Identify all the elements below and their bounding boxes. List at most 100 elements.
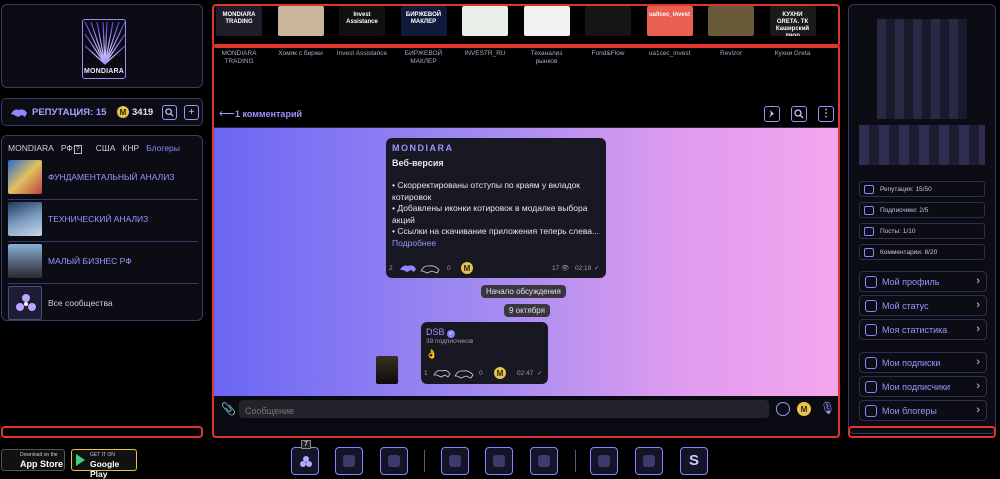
channel-thumbnail bbox=[277, 6, 324, 36]
channel-thumbnail: uallcec_invest bbox=[646, 6, 693, 36]
stat-icon bbox=[864, 248, 874, 257]
menu-label: Мой статус bbox=[882, 301, 929, 311]
menu-item[interactable]: Мои блогеры › bbox=[859, 400, 987, 421]
channel-item[interactable]: КУХНИ GRETA. ТК Каширский двор Кухни Gret… bbox=[766, 6, 820, 58]
chevron-right-icon: › bbox=[976, 356, 980, 368]
community-item-fundamental[interactable]: ФУНДАМЕНТАЛЬНЫЙ АНАЛИЗ bbox=[8, 160, 198, 200]
channel-item[interactable]: Хомяк с биржи bbox=[274, 6, 328, 58]
community-thumbnail bbox=[8, 160, 42, 194]
community-item-small-business[interactable]: МАЛЫЙ БИЗНЕС РФ bbox=[8, 244, 198, 284]
profile-panel: Репутация: 15/50 Подписчики: 2/5 Посты: 1/… bbox=[848, 4, 996, 434]
menu-item[interactable]: Мой статус › bbox=[859, 295, 987, 316]
back-arrow-icon[interactable]: ⟵ bbox=[219, 107, 235, 120]
logo-sunburst-icon bbox=[84, 21, 125, 65]
menu-item[interactable]: Мой профиль › bbox=[859, 271, 987, 292]
channel-item[interactable]: MONDIARA TRADING MONDIARA TRADING bbox=[212, 6, 266, 66]
reply-time: 02:47 bbox=[517, 370, 534, 377]
tab-usa[interactable]: США bbox=[96, 143, 116, 153]
stat-item: Посты: 1/10 bbox=[859, 223, 985, 239]
reply-left-count: 1 bbox=[424, 370, 428, 377]
tab-rf[interactable]: РФ? bbox=[61, 143, 89, 154]
mondiara-logo[interactable]: MONDIARA bbox=[82, 19, 126, 79]
logo-panel: MONDIARA bbox=[1, 4, 203, 88]
verified-icon: ✓ bbox=[447, 330, 456, 338]
menu-icon bbox=[865, 381, 877, 393]
chat-area: MONDIARA Веб-версия • Скорректированы от… bbox=[213, 128, 840, 396]
coin-icon: M bbox=[117, 106, 129, 118]
stat-label: Комментарии: 8/20 bbox=[880, 249, 938, 256]
attach-icon[interactable]: 📎 bbox=[221, 402, 236, 416]
menu-label: Мои подписчики bbox=[882, 382, 951, 392]
avatar[interactable] bbox=[376, 356, 398, 384]
coin-icon[interactable]: M bbox=[494, 367, 506, 379]
microphone-icon[interactable]: 🎙 bbox=[820, 401, 835, 415]
tab-china[interactable]: КНР bbox=[122, 143, 139, 153]
nav-communities-button[interactable]: 7 bbox=[291, 440, 319, 475]
nav-chat-button[interactable] bbox=[380, 447, 408, 475]
google-play-caption: GET IT ON bbox=[90, 452, 115, 458]
channel-label: Кухни Greta bbox=[774, 50, 811, 57]
post-title: Веб-версия bbox=[392, 158, 444, 168]
nav-globe-button[interactable] bbox=[335, 447, 363, 475]
tab-bloggers[interactable]: Блогеры bbox=[146, 143, 180, 153]
channel-item[interactable]: Invest Assistance Invest Assistance bbox=[335, 6, 389, 58]
menu-label: Мой профиль bbox=[882, 277, 940, 287]
divider bbox=[575, 450, 576, 472]
menu-icon bbox=[865, 405, 877, 417]
reply-text: 👌 bbox=[426, 349, 438, 359]
channel-item[interactable]: БИРЖЕВОЙ МАКЛЕР БИРЖЕВОЙ МАКЛЕР bbox=[397, 6, 451, 66]
app-store-label: App Store bbox=[20, 459, 64, 469]
nav-s-button[interactable]: S bbox=[680, 447, 708, 475]
channel-label: INVESTR_RU bbox=[464, 50, 506, 57]
web-icon bbox=[643, 455, 655, 467]
coin-icon[interactable]: M bbox=[461, 262, 473, 274]
post-line: • Добавлены иконки котировок в модалке в… bbox=[392, 203, 588, 225]
channel-item[interactable]: Теханализ рынков bbox=[520, 6, 574, 66]
chevron-right-icon: › bbox=[976, 275, 980, 287]
eye-icon: 👁 bbox=[561, 265, 570, 272]
channel-item[interactable]: INVESTR_RU bbox=[458, 6, 512, 58]
channel-thumbnail bbox=[523, 6, 570, 36]
pin-button[interactable] bbox=[764, 106, 780, 122]
bull-bear-reactions-icon[interactable] bbox=[433, 367, 475, 379]
settings-icon bbox=[598, 455, 610, 467]
comments-count[interactable]: 1 комментарий bbox=[235, 109, 302, 119]
channel-item[interactable]: Fond&Flow bbox=[581, 6, 635, 58]
community-item-technical[interactable]: ТЕХНИЧЕСКИЙ АНАЛИЗ bbox=[8, 202, 198, 242]
menu-item[interactable]: Мои подписки › bbox=[859, 352, 987, 373]
channel-thumbnail: КУХНИ GRETA. ТК Каширский двор bbox=[769, 6, 816, 36]
community-item-all[interactable]: Все сообщества bbox=[8, 286, 198, 322]
stat-item: Подписчики: 2/5 bbox=[859, 202, 985, 218]
nav-graph-button[interactable] bbox=[530, 447, 558, 475]
channel-item[interactable]: uallcec_invest ua1cec_invest bbox=[643, 6, 697, 58]
channel-thumbnail: Invest Assistance bbox=[339, 6, 385, 36]
star-cluster-icon bbox=[300, 456, 312, 467]
add-button[interactable]: + bbox=[184, 105, 199, 120]
timer-icon[interactable] bbox=[776, 402, 790, 416]
community-label: Все сообщества bbox=[48, 298, 113, 308]
app-store-button[interactable]: Download on the App Store bbox=[1, 449, 65, 471]
chat-search-button[interactable] bbox=[791, 106, 807, 122]
nav-chart-button[interactable] bbox=[485, 447, 513, 475]
profile-name-blurred bbox=[859, 125, 985, 165]
reputation-bar: РЕПУТАЦИЯ: 15 M 3419 + bbox=[1, 98, 203, 126]
communities-all-icon bbox=[8, 286, 42, 320]
coin-balance: 3419 bbox=[132, 107, 154, 118]
menu-item[interactable]: Мои подписчики › bbox=[859, 376, 987, 397]
channel-item[interactable]: Revizor bbox=[704, 6, 758, 58]
coin-send-icon[interactable]: M bbox=[797, 402, 811, 416]
more-menu-button[interactable]: ⋮ bbox=[818, 106, 834, 122]
post-more-link[interactable]: Подробнее bbox=[392, 238, 604, 250]
bull-bear-reactions-icon[interactable] bbox=[399, 262, 441, 274]
search-button[interactable] bbox=[162, 105, 177, 120]
tab-mondiara[interactable]: MONDIARA bbox=[8, 143, 54, 153]
reply-author[interactable]: DSB ✓ bbox=[426, 327, 456, 338]
channel-thumbnail bbox=[585, 6, 631, 36]
nav-web-button[interactable] bbox=[635, 447, 663, 475]
channel-thumbnail-text: БИРЖЕВОЙ МАКЛЕР bbox=[405, 12, 442, 25]
message-input[interactable]: Сообщение bbox=[239, 400, 769, 418]
menu-item[interactable]: Моя статистика › bbox=[859, 319, 987, 340]
google-play-button[interactable]: GET IT ON Google Play bbox=[71, 449, 137, 479]
nav-settings-button[interactable] bbox=[590, 447, 618, 475]
nav-bull-button[interactable] bbox=[441, 447, 469, 475]
